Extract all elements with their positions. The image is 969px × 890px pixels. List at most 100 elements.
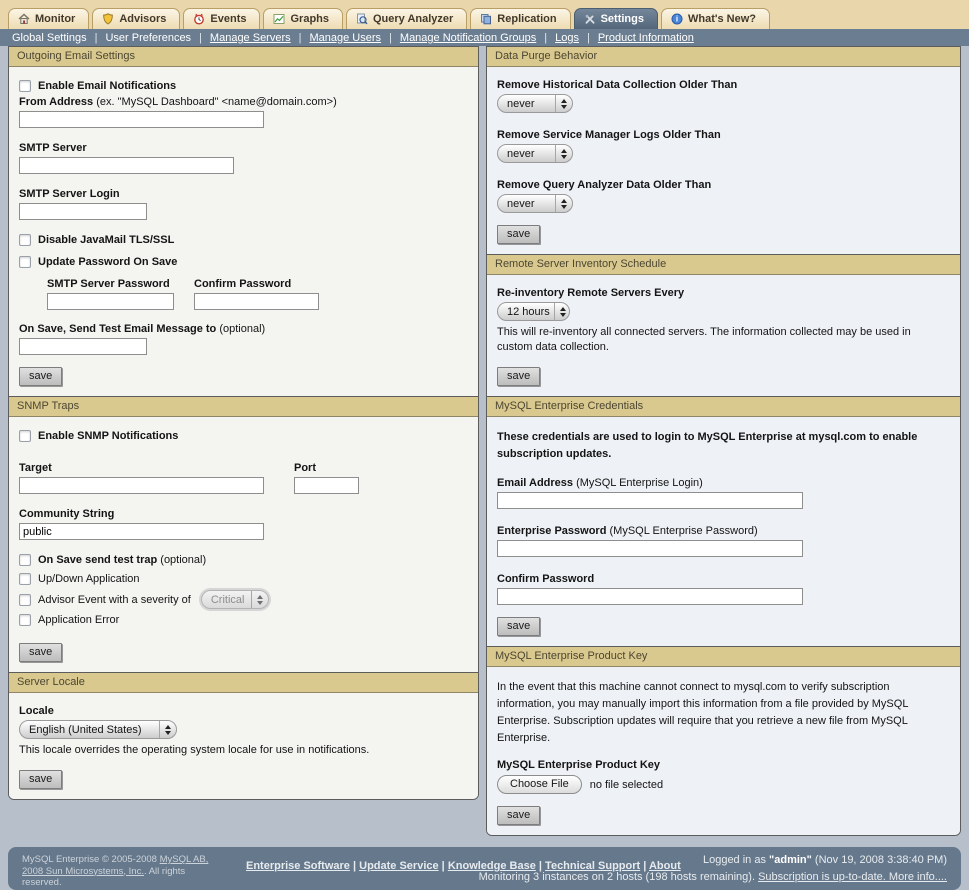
locale-save-button[interactable]: save: [19, 770, 62, 789]
tab-query-analyzer[interactable]: Query Analyzer: [346, 8, 467, 29]
snmp-traps-section: SNMP Traps Enable SNMP Notifications Tar…: [9, 396, 478, 672]
enterprise-confirm-password-input[interactable]: [497, 588, 803, 605]
nav-item-user-preferences[interactable]: User Preferences: [105, 32, 191, 44]
smtp-password-input[interactable]: [47, 293, 174, 310]
community-string-label: Community String: [19, 508, 468, 520]
tab-settings[interactable]: Settings: [574, 8, 658, 29]
monitoring-status: Monitoring 3 instances on 2 hosts (198 h…: [479, 871, 947, 883]
logged-in-timestamp: (Nov 19, 2008 3:38:40 PM): [812, 854, 947, 866]
svg-text:i: i: [676, 15, 678, 24]
tab-whats-new[interactable]: i What's New?: [661, 8, 770, 29]
product-key-save-button[interactable]: save: [497, 806, 540, 825]
severity-select[interactable]: Critical: [201, 590, 269, 609]
updown-application-checkbox[interactable]: [19, 573, 31, 585]
enterprise-password-hint: (MySQL Enterprise Password): [610, 525, 758, 537]
mysql-ab-link[interactable]: MySQL AB,: [160, 854, 209, 865]
test-email-input[interactable]: [19, 338, 147, 355]
logs-purge-select[interactable]: never: [497, 144, 573, 163]
magnifier-icon: [356, 13, 368, 25]
shield-icon: [102, 13, 114, 25]
nav-item-product-information[interactable]: Product Information: [598, 32, 694, 44]
advisor-event-checkbox[interactable]: [19, 594, 31, 606]
enterprise-software-link[interactable]: Enterprise Software: [246, 860, 350, 872]
smtp-server-input[interactable]: [19, 157, 234, 174]
credentials-save-button[interactable]: save: [497, 617, 540, 636]
logged-in-status: Logged in as "admin" (Nov 19, 2008 3:38:…: [479, 854, 947, 866]
send-test-trap-hint: (optional): [160, 554, 206, 566]
purge-save-button[interactable]: save: [497, 225, 540, 244]
enable-snmp-notifications-checkbox[interactable]: [19, 430, 31, 442]
confirm-password-input[interactable]: [194, 293, 319, 310]
logged-in-prefix: Logged in as: [703, 854, 769, 866]
application-error-checkbox[interactable]: [19, 614, 31, 626]
email-save-button[interactable]: save: [19, 367, 62, 386]
tab-label: Monitor: [35, 13, 75, 25]
section-title: Server Locale: [9, 672, 478, 693]
nav-item-logs[interactable]: Logs: [555, 32, 579, 44]
home-icon: [18, 13, 30, 25]
updown-application-label: Up/Down Application: [38, 573, 140, 585]
nav-separator: |: [389, 32, 392, 44]
smtp-login-label: SMTP Server Login: [19, 188, 468, 200]
smtp-login-input[interactable]: [19, 203, 147, 220]
nav-separator: |: [587, 32, 590, 44]
from-address-input[interactable]: [19, 111, 264, 128]
nav-separator: |: [95, 32, 98, 44]
left-column: Outgoing Email Settings Enable Email Not…: [8, 46, 479, 800]
tab-label: Events: [210, 13, 246, 25]
query-purge-label: Remove Query Analyzer Data Older Than: [497, 179, 950, 191]
tab-replication[interactable]: Replication: [470, 8, 570, 29]
historical-purge-select[interactable]: never: [497, 94, 573, 113]
tab-events[interactable]: Events: [183, 8, 260, 29]
application-error-label: Application Error: [38, 614, 119, 626]
reinventory-select[interactable]: 12 hours: [497, 302, 570, 321]
update-password-on-save-checkbox[interactable]: [19, 256, 31, 268]
reinventory-note: This will re-inventory all connected ser…: [497, 325, 937, 355]
sun-microsystems-link[interactable]: 2008 Sun Microsystems, Inc.: [22, 866, 144, 877]
enable-email-notifications-checkbox[interactable]: [19, 80, 31, 92]
enterprise-email-hint: (MySQL Enterprise Login): [576, 477, 703, 489]
tab-advisors[interactable]: Advisors: [92, 8, 180, 29]
enterprise-password-label: Enterprise Password: [497, 525, 606, 537]
stepper-arrows-icon: [251, 591, 268, 608]
tab-label: Settings: [601, 13, 644, 25]
query-purge-select[interactable]: never: [497, 194, 573, 213]
nav-item-manage-users[interactable]: Manage Users: [310, 32, 382, 44]
inventory-save-button[interactable]: save: [497, 367, 540, 386]
send-test-trap-checkbox[interactable]: [19, 554, 31, 566]
subscription-status-link[interactable]: Subscription is up-to-date. More info...…: [758, 871, 947, 883]
footer-separator: |: [353, 860, 356, 872]
nav-separator: |: [544, 32, 547, 44]
update-service-link[interactable]: Update Service: [359, 860, 438, 872]
disable-tls-checkbox[interactable]: [19, 234, 31, 246]
snmp-save-button[interactable]: save: [19, 643, 62, 662]
locale-select[interactable]: English (United States): [19, 720, 177, 739]
nav-item-manage-servers[interactable]: Manage Servers: [210, 32, 291, 44]
server-locale-section: Server Locale Locale English (United Sta…: [9, 672, 478, 799]
community-string-input[interactable]: [19, 523, 264, 540]
tab-label: What's New?: [688, 13, 756, 25]
tab-label: Query Analyzer: [373, 13, 453, 25]
nav-separator: |: [299, 32, 302, 44]
enterprise-email-input[interactable]: [497, 492, 803, 509]
tab-monitor[interactable]: Monitor: [8, 8, 89, 29]
port-input[interactable]: [294, 477, 359, 494]
tab-graphs[interactable]: Graphs: [263, 8, 343, 29]
from-address-label: From Address: [19, 96, 93, 108]
nav-item-global-settings[interactable]: Global Settings: [12, 32, 87, 44]
product-key-section: MySQL Enterprise Product Key In the even…: [487, 646, 960, 835]
chart-icon: [273, 13, 285, 25]
nav-item-manage-notification-groups[interactable]: Manage Notification Groups: [400, 32, 536, 44]
no-file-selected-text: no file selected: [590, 779, 663, 791]
enterprise-password-input[interactable]: [497, 540, 803, 557]
choose-file-button[interactable]: Choose File: [497, 775, 582, 794]
section-title: Outgoing Email Settings: [9, 47, 478, 67]
historical-purge-label: Remove Historical Data Collection Older …: [497, 79, 950, 91]
locale-note: This locale overrides the operating syst…: [19, 743, 468, 758]
enterprise-email-label: Email Address: [497, 477, 573, 489]
disable-tls-label: Disable JavaMail TLS/SSL: [38, 234, 174, 246]
section-title: MySQL Enterprise Product Key: [487, 646, 960, 667]
target-input[interactable]: [19, 477, 264, 494]
main-tab-bar: Monitor Advisors Events Graphs Query Ana…: [0, 0, 969, 29]
stepper-arrows-icon: [159, 721, 176, 738]
